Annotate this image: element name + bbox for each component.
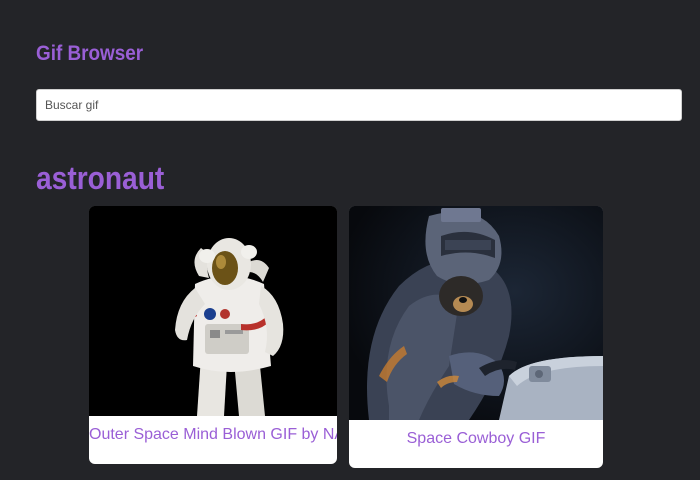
- gif-title[interactable]: Space Cowboy GIF: [349, 430, 603, 448]
- search-input[interactable]: [36, 89, 682, 121]
- gif-image-astronaut-suit[interactable]: [89, 206, 337, 416]
- gif-image-astronaut-bear[interactable]: [349, 206, 603, 420]
- gif-title[interactable]: Outer Space Mind Blown GIF by NASA: [89, 426, 337, 444]
- app-title: Gif Browser: [36, 42, 144, 65]
- gif-card[interactable]: Space Cowboy GIF: [349, 206, 603, 468]
- gif-card[interactable]: Outer Space Mind Blown GIF by NASA: [89, 206, 337, 464]
- category-title: astronaut: [36, 160, 165, 196]
